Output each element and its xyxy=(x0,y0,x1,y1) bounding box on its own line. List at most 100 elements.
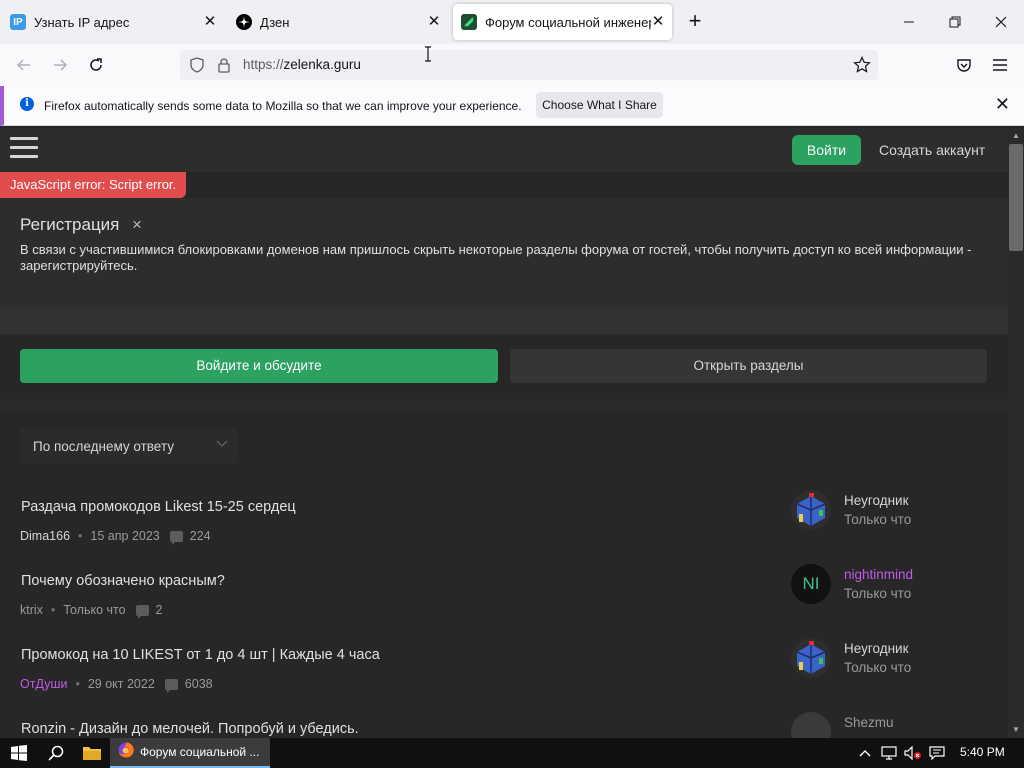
thread-date: 15 апр 2023 xyxy=(90,529,160,543)
avatar[interactable]: NI xyxy=(791,564,831,604)
avatar-initials: NI xyxy=(802,574,820,593)
sort-select[interactable]: По последнему ответу xyxy=(20,428,237,464)
url-text[interactable]: https://zelenka.guru xyxy=(243,57,361,72)
restore-button[interactable] xyxy=(932,0,978,44)
login-button[interactable]: Войти xyxy=(792,135,861,165)
thread-meta: Dima166 • 15 апр 2023 224 xyxy=(20,529,211,545)
forward-button[interactable] xyxy=(47,52,73,78)
web-page: Войти Создать аккаунт JavaScript error: … xyxy=(0,128,1008,738)
windows-taskbar: Форум социальной ... 5:40 PM xyxy=(0,738,1024,768)
search-button[interactable] xyxy=(38,738,74,768)
login-and-discuss-button[interactable]: Войдите и обсудите xyxy=(20,349,498,383)
show-hidden-icons-button[interactable] xyxy=(856,738,874,768)
thread-row[interactable]: Раздача промокодов Likest 15-25 сердец D… xyxy=(0,490,1008,573)
tab-title: Форум социальной инженери xyxy=(485,14,651,30)
thread-title[interactable]: Почему обозначено красным? xyxy=(21,573,225,589)
action-buttons: Войдите и обсудите Открыть разделы xyxy=(0,334,1008,406)
thread-title[interactable]: Промокод на 10 LIKEST от 1 до 4 шт | Каж… xyxy=(21,647,380,663)
registration-title: Регистрация xyxy=(20,215,120,234)
page-scrollbar[interactable]: ▲ ▼ xyxy=(1008,128,1024,738)
menu-button[interactable] xyxy=(987,52,1013,78)
firefox-icon xyxy=(118,741,134,763)
close-icon[interactable]: ✕ xyxy=(995,95,1010,113)
lock-icon[interactable] xyxy=(217,57,231,78)
avatar[interactable] xyxy=(791,638,831,678)
taskbar-clock[interactable]: 5:40 PM xyxy=(960,745,1005,759)
thread-title[interactable]: Раздача промокодов Likest 15-25 сердец xyxy=(21,499,296,515)
url-scheme: https:// xyxy=(243,57,284,72)
hamburger-icon xyxy=(993,59,1007,71)
thread-author[interactable]: ОтДуши xyxy=(20,677,67,691)
reply-count: 6038 xyxy=(184,677,213,691)
scroll-up-icon[interactable]: ▲ xyxy=(1011,131,1021,141)
registration-notice: Регистрация × В связи с участившимися бл… xyxy=(0,198,1008,334)
pocket-button[interactable] xyxy=(951,52,977,78)
minimize-button[interactable] xyxy=(886,0,932,44)
last-poster[interactable]: nightinmind xyxy=(844,567,913,582)
avatar[interactable] xyxy=(791,490,831,530)
close-tab-icon[interactable]: ✕ xyxy=(650,14,666,30)
scroll-down-icon[interactable]: ▼ xyxy=(1011,725,1021,735)
shield-icon[interactable] xyxy=(189,57,205,78)
tab-forum[interactable]: Форум социальной инженери ✕ xyxy=(453,4,672,40)
comment-icon xyxy=(169,530,183,545)
notification-icon xyxy=(929,746,945,760)
hamburger-icon[interactable] xyxy=(10,137,38,161)
tab-title: Дзен xyxy=(260,14,290,30)
last-post-time: Только что xyxy=(844,586,912,601)
scrollbar-thumb[interactable] xyxy=(1009,144,1023,251)
separator-dot: • xyxy=(78,529,83,543)
close-window-button[interactable] xyxy=(978,0,1024,44)
open-sections-button[interactable]: Открыть разделы xyxy=(510,349,987,383)
sort-selected-label: По последнему ответу xyxy=(33,439,174,454)
bookmark-star-icon[interactable] xyxy=(853,56,871,79)
thread-date: 29 окт 2022 xyxy=(87,677,155,691)
reply-count: 2 xyxy=(155,603,163,617)
start-button[interactable] xyxy=(0,738,38,768)
volume-muted-icon xyxy=(904,746,921,760)
thread-date: Только что xyxy=(63,603,126,617)
close-icon[interactable]: × xyxy=(132,215,142,235)
last-poster[interactable]: Неугодник xyxy=(844,493,908,508)
reply-count: 224 xyxy=(189,529,211,543)
text-cursor-icon xyxy=(425,46,431,62)
pocket-icon xyxy=(957,59,971,72)
file-explorer-button[interactable] xyxy=(74,738,110,768)
address-bar[interactable]: https://zelenka.guru xyxy=(180,50,878,80)
close-tab-icon[interactable]: ✕ xyxy=(426,14,442,30)
new-tab-button[interactable]: + xyxy=(684,10,706,33)
comment-icon xyxy=(164,678,178,693)
taskbar-firefox-window[interactable]: Форум социальной ... xyxy=(110,738,270,768)
last-poster[interactable]: Неугодник xyxy=(844,641,908,656)
last-post-time: Только что xyxy=(844,660,912,675)
separator-dot: • xyxy=(50,603,56,617)
reload-button[interactable] xyxy=(83,52,109,78)
tab-ip[interactable]: IP Узнать IP адрес ✕ xyxy=(0,0,224,44)
create-account-link[interactable]: Создать аккаунт xyxy=(879,142,985,158)
reload-icon xyxy=(90,58,102,71)
chevron-up-icon xyxy=(859,750,871,757)
last-poster[interactable]: Shezmu xyxy=(844,715,894,730)
navigation-toolbar: https://zelenka.guru xyxy=(0,44,1024,86)
thread-title[interactable]: Ronzin - Дизайн до мелочей. Попробуй и у… xyxy=(21,721,359,737)
site-header: Войти Создать аккаунт xyxy=(0,128,1008,172)
chevron-down-icon xyxy=(216,440,228,448)
volume-status[interactable] xyxy=(902,738,924,768)
arrow-right-icon xyxy=(54,59,68,71)
network-status[interactable] xyxy=(878,738,900,768)
tab-zen[interactable]: Дзен ✕ xyxy=(226,0,448,44)
thread-row[interactable]: Ronzin - Дизайн до мелочей. Попробуй и у… xyxy=(0,712,1008,738)
tab-strip: IP Узнать IP адрес ✕ Дзен ✕ Форум социал… xyxy=(0,0,1024,44)
network-icon xyxy=(881,746,897,760)
thread-row[interactable]: Промокод на 10 LIKEST от 1 до 4 шт | Каж… xyxy=(0,638,1008,721)
notification-message: Firefox automatically sends some data to… xyxy=(44,99,522,113)
back-button[interactable] xyxy=(11,52,37,78)
thread-author[interactable]: ktrix xyxy=(20,603,43,617)
thread-row[interactable]: Почему обозначено красным? ktrix • Тольк… xyxy=(0,564,1008,647)
action-center-button[interactable] xyxy=(926,738,948,768)
close-tab-icon[interactable]: ✕ xyxy=(202,14,218,30)
lolz-icon xyxy=(461,14,477,30)
choose-what-i-share-button[interactable]: Choose What I Share xyxy=(536,92,663,118)
thread-author[interactable]: Dima166 xyxy=(20,529,70,543)
divider xyxy=(0,307,1008,334)
